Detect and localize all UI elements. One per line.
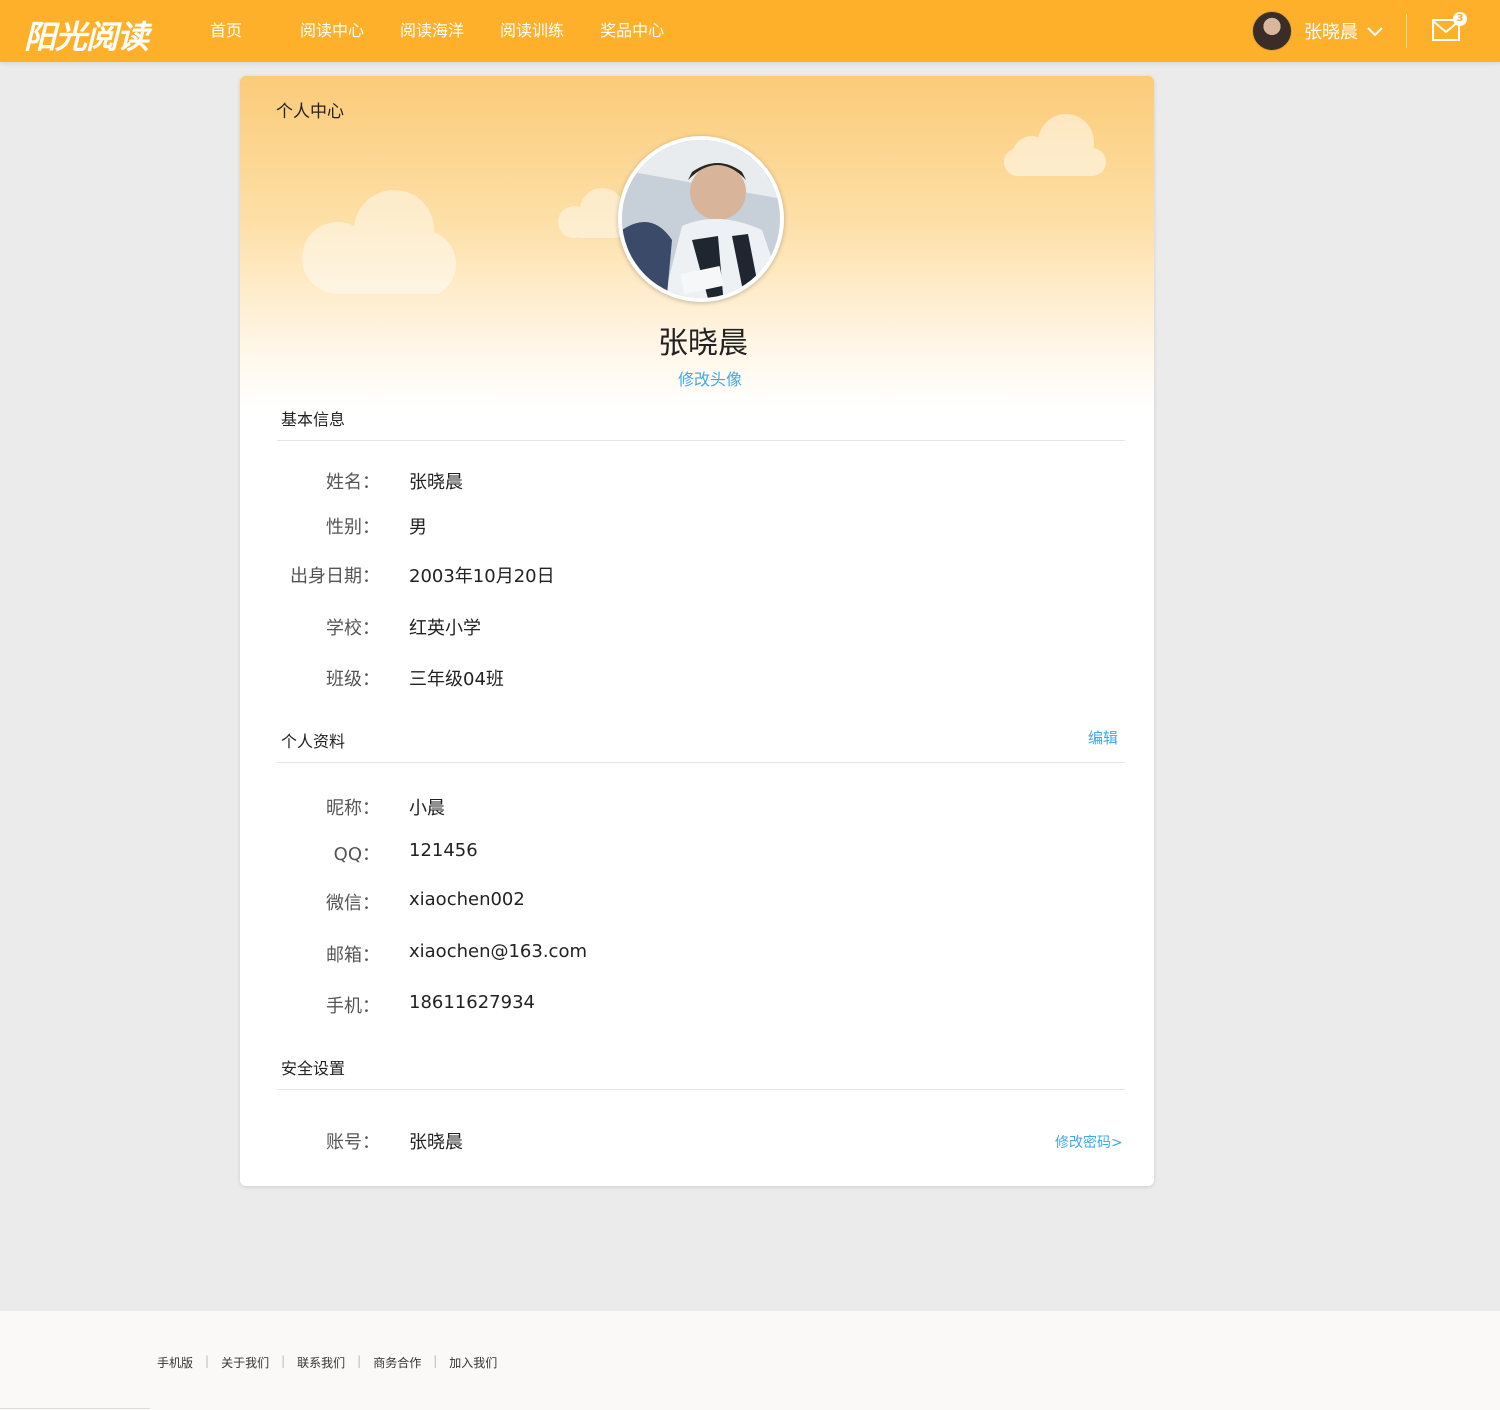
label-qq: QQ：: [333, 844, 380, 865]
label-birthdate: 出身日期：: [290, 566, 380, 587]
label-class: 班级：: [326, 669, 380, 690]
chevron-down-icon[interactable]: [1366, 22, 1384, 40]
profile-name: 张晓晨: [658, 326, 748, 361]
section-divider: [277, 1089, 1125, 1090]
site-logo[interactable]: 阳光阅读: [24, 12, 149, 58]
footer-link-contact[interactable]: 联系我们: [297, 1354, 345, 1371]
value-class: 三年级04班: [409, 669, 504, 690]
value-nickname: 小晨: [409, 798, 445, 819]
label-school: 学校：: [326, 618, 380, 639]
label-wechat: 微信：: [326, 893, 380, 914]
footer-separator: |: [281, 1354, 286, 1368]
change-password-link[interactable]: 修改密码>: [1055, 1132, 1123, 1152]
value-qq: 121456: [409, 840, 478, 861]
section-title-profile: 个人资料: [281, 732, 346, 751]
mail-count-badge: 3: [1453, 12, 1467, 26]
top-navigation-bar: 阳光阅读 首页 阅读中心 阅读海洋 阅读训练 奖品中心 张晓晨 3: [0, 0, 1500, 62]
label-account: 账号：: [326, 1132, 380, 1153]
change-avatar-link[interactable]: 修改头像: [240, 366, 1154, 390]
footer: 手机版 | 关于我们 | 联系我们 | 商务合作 | 加入我们: [0, 1311, 1500, 1410]
label-nickname: 昵称：: [326, 798, 380, 819]
value-email: xiaochen@163.com: [409, 941, 588, 962]
nav-home[interactable]: 首页: [190, 0, 282, 62]
footer-links: 手机版 | 关于我们 | 联系我们 | 商务合作 | 加入我们: [157, 1354, 497, 1371]
value-birthdate: 2003年10月20日: [409, 566, 555, 587]
value-gender: 男: [409, 517, 427, 538]
value-name: 张晓晨: [409, 472, 463, 493]
cloud-icon: [302, 190, 456, 294]
value-phone: 18611627934: [409, 992, 535, 1013]
cloud-icon: [1004, 114, 1106, 176]
value-school: 红英小学: [409, 618, 481, 639]
nav-reading-ocean[interactable]: 阅读海洋: [382, 0, 482, 62]
nav-prize-center[interactable]: 奖品中心: [582, 0, 682, 62]
nav-reading-training[interactable]: 阅读训练: [482, 0, 582, 62]
footer-separator: |: [357, 1354, 362, 1368]
section-divider: [277, 440, 1125, 441]
footer-divider: [0, 1408, 150, 1409]
main-nav: 首页 阅读中心 阅读海洋 阅读训练 奖品中心: [190, 0, 682, 62]
section-title-basic-info: 基本信息: [281, 410, 346, 429]
page-title: 个人中心: [276, 102, 344, 122]
personal-center-card: 个人中心 张晓晨 修改头像 基本信息 姓名： 张晓晨 性别： 男 出身日期： 2…: [240, 76, 1154, 1186]
label-email: 邮箱：: [326, 945, 380, 966]
footer-separator: |: [433, 1354, 438, 1368]
footer-link-about[interactable]: 关于我们: [221, 1354, 269, 1371]
section-divider: [277, 762, 1125, 763]
label-phone: 手机：: [326, 996, 380, 1017]
profile-photo: [622, 140, 780, 298]
nav-reading-center[interactable]: 阅读中心: [282, 0, 382, 62]
header-divider: [1406, 14, 1407, 48]
profile-avatar: [618, 136, 784, 302]
footer-link-join[interactable]: 加入我们: [449, 1354, 497, 1371]
section-title-security: 安全设置: [281, 1059, 346, 1078]
user-menu[interactable]: 张晓晨: [1252, 11, 1384, 51]
edit-profile-link[interactable]: 编辑: [1088, 727, 1118, 748]
value-account: 张晓晨: [409, 1132, 463, 1153]
footer-link-mobile[interactable]: 手机版: [157, 1354, 193, 1371]
avatar[interactable]: [1252, 11, 1292, 51]
value-wechat: xiaochen002: [409, 889, 525, 910]
label-name: 姓名：: [326, 472, 380, 493]
label-gender: 性别：: [326, 517, 380, 538]
header-user-name[interactable]: 张晓晨: [1304, 18, 1358, 44]
footer-link-business[interactable]: 商务合作: [373, 1354, 421, 1371]
footer-separator: |: [205, 1354, 210, 1368]
